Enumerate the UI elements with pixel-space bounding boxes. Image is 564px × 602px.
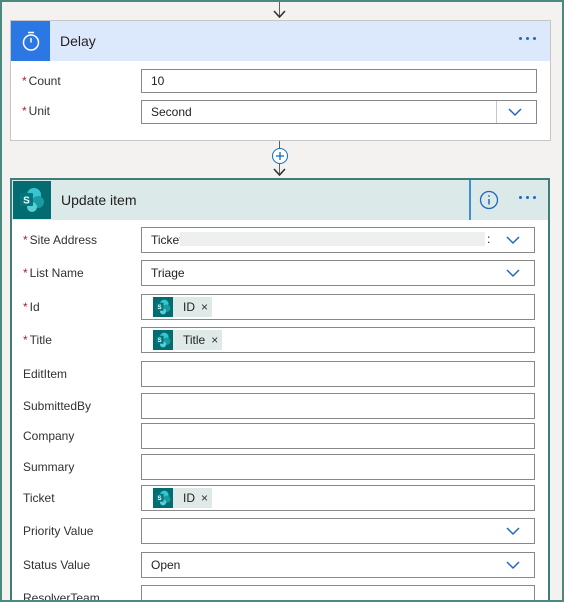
more-options-icon[interactable] [515, 33, 540, 44]
id-input[interactable]: S ID × [141, 294, 535, 320]
priority-value-label: Priority Value [23, 524, 94, 538]
count-field-row: * Count [22, 74, 140, 88]
company-field-row: Company [23, 429, 141, 443]
ticket-label: Ticket [23, 491, 55, 505]
title-input[interactable]: S Title × [141, 327, 535, 353]
delay-header[interactable]: Delay [11, 21, 550, 61]
count-value: 10 [151, 74, 165, 88]
svg-text:S: S [158, 337, 162, 344]
company-label: Company [23, 429, 75, 443]
required-marker: * [22, 104, 27, 118]
unit-value: Second [151, 105, 192, 119]
plus-icon [276, 152, 284, 160]
remove-token-icon[interactable]: × [201, 491, 208, 505]
sharepoint-icon: S [153, 330, 173, 350]
more-options-icon[interactable] [515, 192, 540, 203]
summary-input[interactable] [141, 454, 535, 480]
update-item-title: Update item [61, 192, 137, 208]
chevron-down-icon[interactable] [506, 560, 520, 570]
timer-icon [11, 21, 50, 61]
submittedby-input[interactable] [141, 393, 535, 419]
svg-text:S: S [158, 304, 162, 311]
resolverteam-field-row: ResolverTeam [23, 591, 141, 602]
site-address-field-row: * Site Address [23, 233, 141, 247]
priority-value-dropdown[interactable] [141, 518, 535, 544]
dynamic-content-token[interactable]: S ID × [153, 297, 213, 317]
dynamic-content-token[interactable]: S Title × [153, 330, 223, 350]
resolverteam-label: ResolverTeam [23, 591, 100, 602]
token-label: ID [183, 300, 195, 314]
ticket-field-row: Ticket [23, 491, 141, 505]
token-label: Title [183, 333, 206, 347]
list-name-dropdown[interactable]: Triage [141, 260, 535, 286]
unit-dropdown[interactable]: Second [141, 100, 537, 124]
list-name-value: Triage [151, 266, 185, 280]
remove-token-icon[interactable]: × [211, 333, 218, 347]
update-item-header[interactable]: S Update item [12, 180, 548, 220]
priority-value-field-row: Priority Value [23, 524, 141, 538]
header-separator [469, 180, 471, 220]
chevron-down-icon[interactable] [506, 268, 520, 278]
required-marker: * [23, 233, 28, 247]
unit-field-row: * Unit [22, 104, 140, 118]
chevron-down-icon[interactable] [506, 526, 520, 536]
unit-label: Unit [28, 104, 51, 118]
site-address-suffix: : [487, 232, 491, 246]
arrow-down-icon [273, 168, 286, 176]
sharepoint-icon: S [153, 488, 173, 508]
status-value-dropdown[interactable]: Open [141, 552, 535, 578]
submittedby-field-row: SubmittedBy [23, 399, 141, 413]
delay-action-card[interactable]: Delay * Count 10 * Unit Second [10, 20, 551, 141]
status-value-field-row: Status Value [23, 558, 141, 572]
submittedby-label: SubmittedBy [23, 399, 92, 413]
add-step-button[interactable] [272, 148, 288, 164]
svg-text:S: S [23, 196, 30, 207]
chevron-down-icon[interactable] [506, 235, 520, 245]
ticket-input[interactable]: S ID × [141, 485, 535, 511]
edititem-input[interactable] [141, 361, 535, 387]
delay-title: Delay [60, 33, 96, 49]
required-marker: * [23, 300, 28, 314]
title-field-row: * Title [23, 333, 141, 347]
redacted-text [180, 232, 485, 246]
list-name-field-row: * List Name [23, 266, 141, 280]
token-label: ID [183, 491, 195, 505]
count-input[interactable]: 10 [141, 69, 537, 93]
site-address-label: Site Address [29, 233, 98, 247]
list-name-label: List Name [29, 266, 84, 280]
company-input[interactable] [141, 423, 535, 449]
info-icon[interactable] [479, 190, 499, 210]
site-address-dropdown[interactable]: Ticket: [141, 227, 535, 253]
title-label: Title [29, 333, 52, 347]
id-field-row: * Id [23, 300, 141, 314]
arrow-down-icon [273, 10, 286, 18]
sharepoint-icon: S [13, 181, 51, 219]
site-address-value: Ticket [151, 233, 183, 247]
status-value-label: Status Value [23, 558, 91, 572]
count-label: Count [28, 74, 61, 88]
status-value-value: Open [151, 558, 181, 572]
chevron-down-icon[interactable] [508, 107, 522, 117]
id-label: Id [29, 300, 40, 314]
required-marker: * [23, 266, 28, 280]
edititem-label: EditItem [23, 367, 68, 381]
resolverteam-input[interactable] [141, 585, 535, 602]
required-marker: * [23, 333, 28, 347]
summary-field-row: Summary [23, 460, 141, 474]
edititem-field-row: EditItem [23, 367, 141, 381]
required-marker: * [22, 74, 27, 88]
dynamic-content-token[interactable]: S ID × [153, 488, 213, 508]
remove-token-icon[interactable]: × [201, 300, 208, 314]
svg-text:S: S [158, 495, 162, 502]
summary-label: Summary [23, 460, 75, 474]
sharepoint-icon: S [153, 297, 173, 317]
